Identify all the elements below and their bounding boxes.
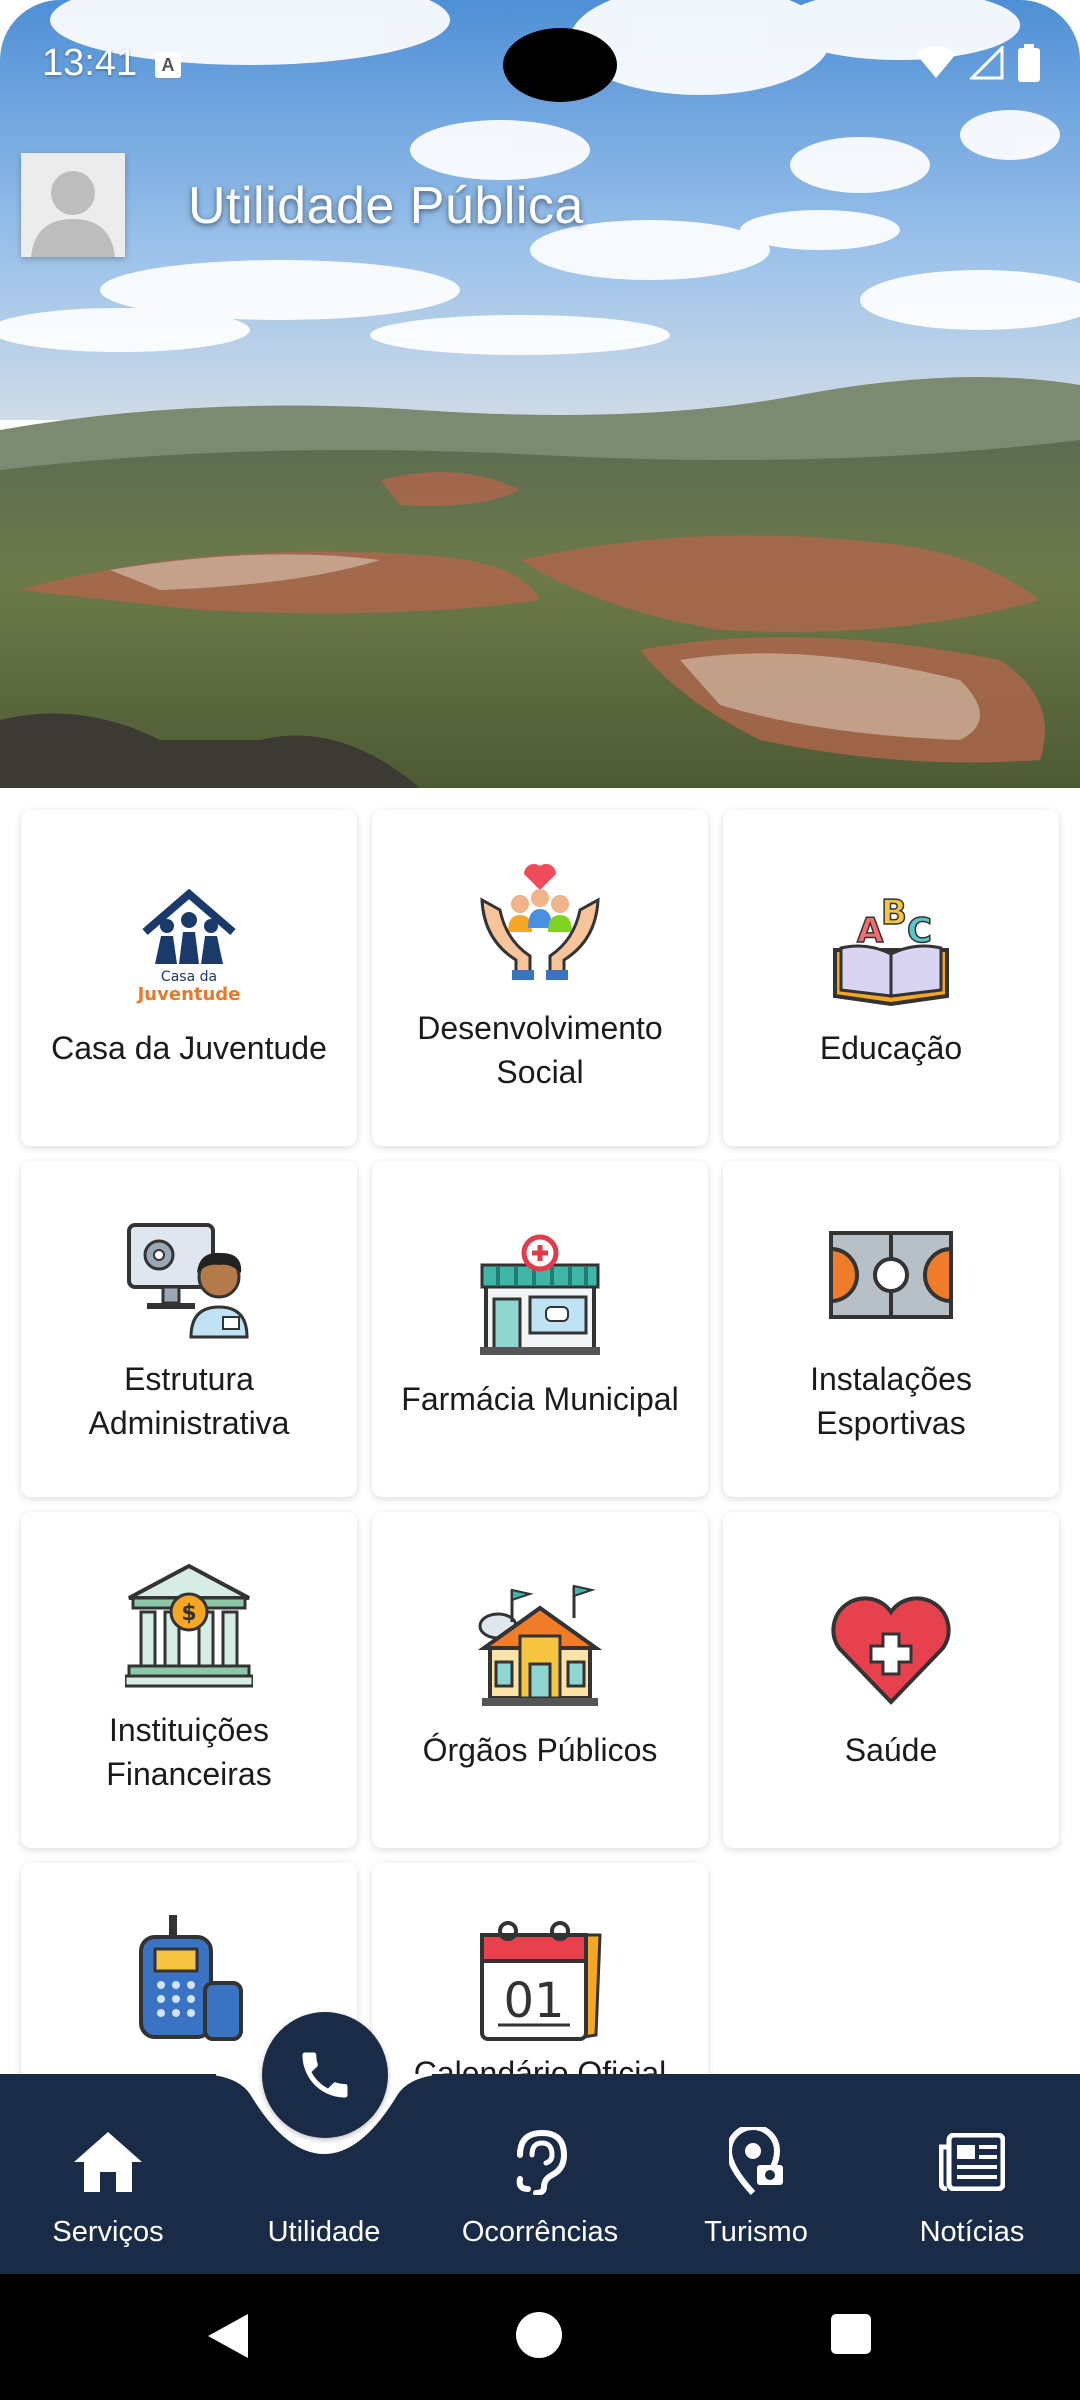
back-icon[interactable] (204, 2312, 250, 2360)
home-button[interactable] (516, 2312, 562, 2358)
nav-item-servicos[interactable]: Serviços (0, 2074, 216, 2274)
system-navigation-bar (0, 2274, 1080, 2400)
calendar-day: 01 (503, 1973, 564, 2029)
casa-da-juventude-logo: Casa da Juventude (125, 880, 253, 1008)
card-label: Instituições Financeiras (106, 1712, 272, 1792)
ear-icon (504, 2126, 576, 2198)
logo-text-line1: Casa da (161, 969, 217, 985)
logo-text-line2: Juventude (136, 984, 241, 1005)
notification-icon: A (155, 52, 181, 78)
card-desenvolvimento-social[interactable]: Desenvolvimento Social (372, 810, 708, 1146)
card-label: Desenvolvimento Social (417, 1010, 663, 1090)
card-label: Órgãos Públicos (422, 1732, 658, 1768)
card-casa-da-juventude[interactable]: Casa da Juventude Casa da Juventude (21, 810, 357, 1146)
status-bar: 13:41 A (0, 0, 1080, 132)
svg-text:B: B (881, 893, 907, 933)
card-label: Estrutura Administrativa (88, 1361, 290, 1441)
status-icons (916, 44, 1040, 82)
status-time: 13:41 (42, 42, 138, 84)
sports-court-icon (827, 1211, 955, 1339)
signal-icon (970, 46, 1004, 80)
card-educacao[interactable]: A B C Educação (723, 810, 1059, 1146)
card-farmacia-municipal[interactable]: Farmácia Municipal (372, 1161, 708, 1497)
utilidade-fab[interactable] (262, 2012, 388, 2138)
card-label: Saúde (844, 1732, 938, 1768)
card-label: Casa da Juventude (51, 1030, 327, 1066)
card-label: Instalações Esportivas (810, 1361, 972, 1441)
nav-item-ocorrencias[interactable]: Ocorrências (432, 2074, 648, 2274)
admin-monitor-icon (125, 1211, 253, 1339)
pharmacy-store-icon (476, 1231, 604, 1359)
app-screen: 13:41 A Utilidade Pública Casa da Juvent… (0, 0, 1080, 2400)
card-orgaos-publicos[interactable]: Órgãos Públicos (372, 1512, 708, 1848)
card-saude[interactable]: Saúde (723, 1512, 1059, 1848)
nav-label: Turismo (704, 2216, 808, 2248)
nav-label: Notícias (919, 2216, 1025, 2248)
svg-text:$: $ (181, 1601, 196, 1626)
recent-apps-button[interactable] (831, 2314, 871, 2354)
wifi-icon (916, 46, 956, 78)
heart-cross-icon (827, 1582, 955, 1710)
home-icon (72, 2126, 144, 2198)
svg-text:C: C (907, 911, 932, 951)
phone-handset-icon (125, 1913, 253, 2041)
nav-item-noticias[interactable]: Notícias (864, 2074, 1080, 2274)
avatar[interactable] (21, 153, 125, 257)
newspaper-icon (936, 2126, 1008, 2198)
nav-label: Serviços (52, 2216, 164, 2248)
nav-label: Ocorrências (461, 2216, 619, 2248)
card-label: Educação (819, 1030, 963, 1066)
card-label: Farmácia Municipal (401, 1381, 679, 1417)
camera-cutout (503, 28, 617, 102)
battery-icon (1018, 44, 1040, 82)
card-estrutura-administrativa[interactable]: Estrutura Administrativa (21, 1161, 357, 1497)
hands-heart-icon (476, 860, 604, 988)
person-placeholder-icon (21, 153, 125, 257)
nav-label: Utilidade (267, 2216, 381, 2248)
phone-icon (302, 2052, 348, 2098)
public-building-icon (476, 1582, 604, 1710)
bank-icon: $ (125, 1562, 253, 1690)
header-photo: 13:41 A Utilidade Pública (0, 0, 1080, 788)
card-instituicoes-financeiras[interactable]: $ Instituições Financeiras (21, 1512, 357, 1848)
camera-pin-icon (720, 2126, 792, 2198)
nav-item-turismo[interactable]: Turismo (648, 2074, 864, 2274)
svg-text:A: A (857, 911, 884, 951)
page-title: Utilidade Pública (188, 177, 584, 235)
card-instalacoes-esportivas[interactable]: Instalações Esportivas (723, 1161, 1059, 1497)
calendar-icon: 01 (476, 1919, 604, 2047)
bottom-navigation: Serviços Utilidade Ocorrências Turismo N… (0, 2074, 1080, 2274)
abc-book-icon: A B C (827, 880, 955, 1008)
